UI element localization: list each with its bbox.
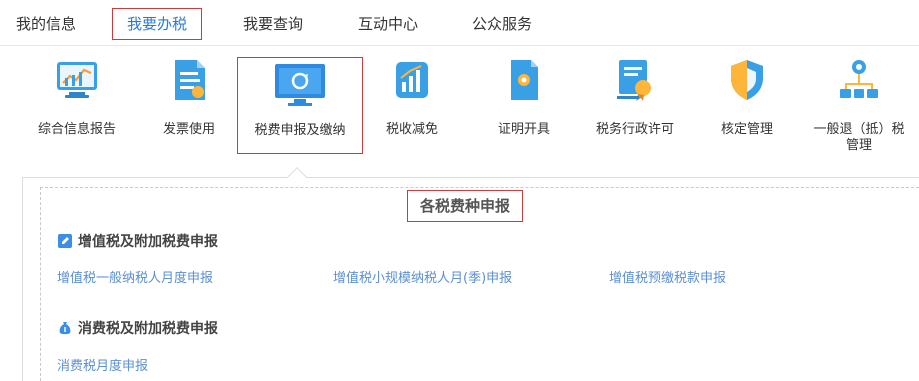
tab-my-info[interactable]: 我的信息 bbox=[16, 8, 76, 40]
top-navigation: 我的信息 我要办税 我要查询 互动中心 公众服务 bbox=[0, 0, 919, 46]
group-title: 消费税及附加税费申报 bbox=[78, 321, 218, 337]
group-header-consumption: 消费税及附加税费申报 bbox=[58, 319, 218, 339]
link-vat-general-monthly[interactable]: 增值税一般纳税人月度申报 bbox=[57, 270, 213, 288]
service-label: 核定管理 bbox=[720, 122, 773, 137]
section-title: 各税费种申报 bbox=[407, 190, 524, 222]
link-vat-prepayment[interactable]: 增值税预缴税款申报 bbox=[609, 270, 726, 288]
shield-icon bbox=[731, 60, 763, 100]
service-label: 税务行政许可 bbox=[595, 122, 674, 137]
report-chart-icon bbox=[57, 62, 97, 98]
invoice-icon bbox=[175, 60, 205, 100]
tab-public-service[interactable]: 公众服务 bbox=[472, 8, 532, 40]
group-header-vat: 增值税及附加税费申报 bbox=[58, 232, 218, 252]
service-label: 发票使用 bbox=[162, 122, 215, 137]
service-verification-management[interactable]: 核定管理 bbox=[692, 58, 802, 138]
tab-query[interactable]: 我要查询 bbox=[243, 8, 303, 40]
service-comprehensive-report[interactable]: 综合信息报告 bbox=[22, 58, 132, 138]
service-label: 税费申报及缴纳 bbox=[254, 123, 346, 138]
service-label: 综合信息报告 bbox=[37, 122, 116, 137]
service-label-line2: 管理 bbox=[845, 138, 872, 153]
bar-chart-icon bbox=[396, 62, 428, 98]
edit-icon bbox=[58, 234, 72, 248]
monitor-refresh-icon bbox=[275, 64, 325, 106]
service-tax-refund-management[interactable]: 一般退（抵）税 管理 bbox=[804, 58, 914, 154]
service-invoice-use[interactable]: 发票使用 bbox=[134, 58, 244, 138]
service-tax-declaration-payment[interactable]: 税费申报及缴纳 bbox=[237, 57, 363, 154]
service-label: 证明开具 bbox=[497, 122, 550, 137]
org-tree-icon bbox=[840, 60, 878, 98]
license-certificate-icon bbox=[617, 60, 651, 101]
link-consumption-monthly[interactable]: 消费税月度申报 bbox=[57, 358, 148, 376]
money-bag-icon bbox=[59, 322, 71, 335]
service-label: 一般退（抵）税 bbox=[813, 122, 905, 137]
service-icon-row: 综合信息报告 发票使用 税费申报及缴纳 税收减免 证明开具 税务行政许可 核定管… bbox=[0, 46, 919, 176]
link-vat-small-scale[interactable]: 增值税小规模纳税人月(季)申报 bbox=[333, 270, 512, 288]
service-label: 税收减免 bbox=[385, 122, 438, 137]
service-tax-reduction[interactable]: 税收减免 bbox=[357, 58, 467, 138]
service-certificate-issue[interactable]: 证明开具 bbox=[469, 58, 579, 138]
tab-tax-handling[interactable]: 我要办税 bbox=[112, 8, 203, 40]
certificate-doc-icon bbox=[511, 60, 538, 100]
service-administrative-license[interactable]: 税务行政许可 bbox=[580, 58, 690, 138]
tab-interaction-center[interactable]: 互动中心 bbox=[358, 8, 418, 40]
group-title: 增值税及附加税费申报 bbox=[78, 234, 218, 250]
